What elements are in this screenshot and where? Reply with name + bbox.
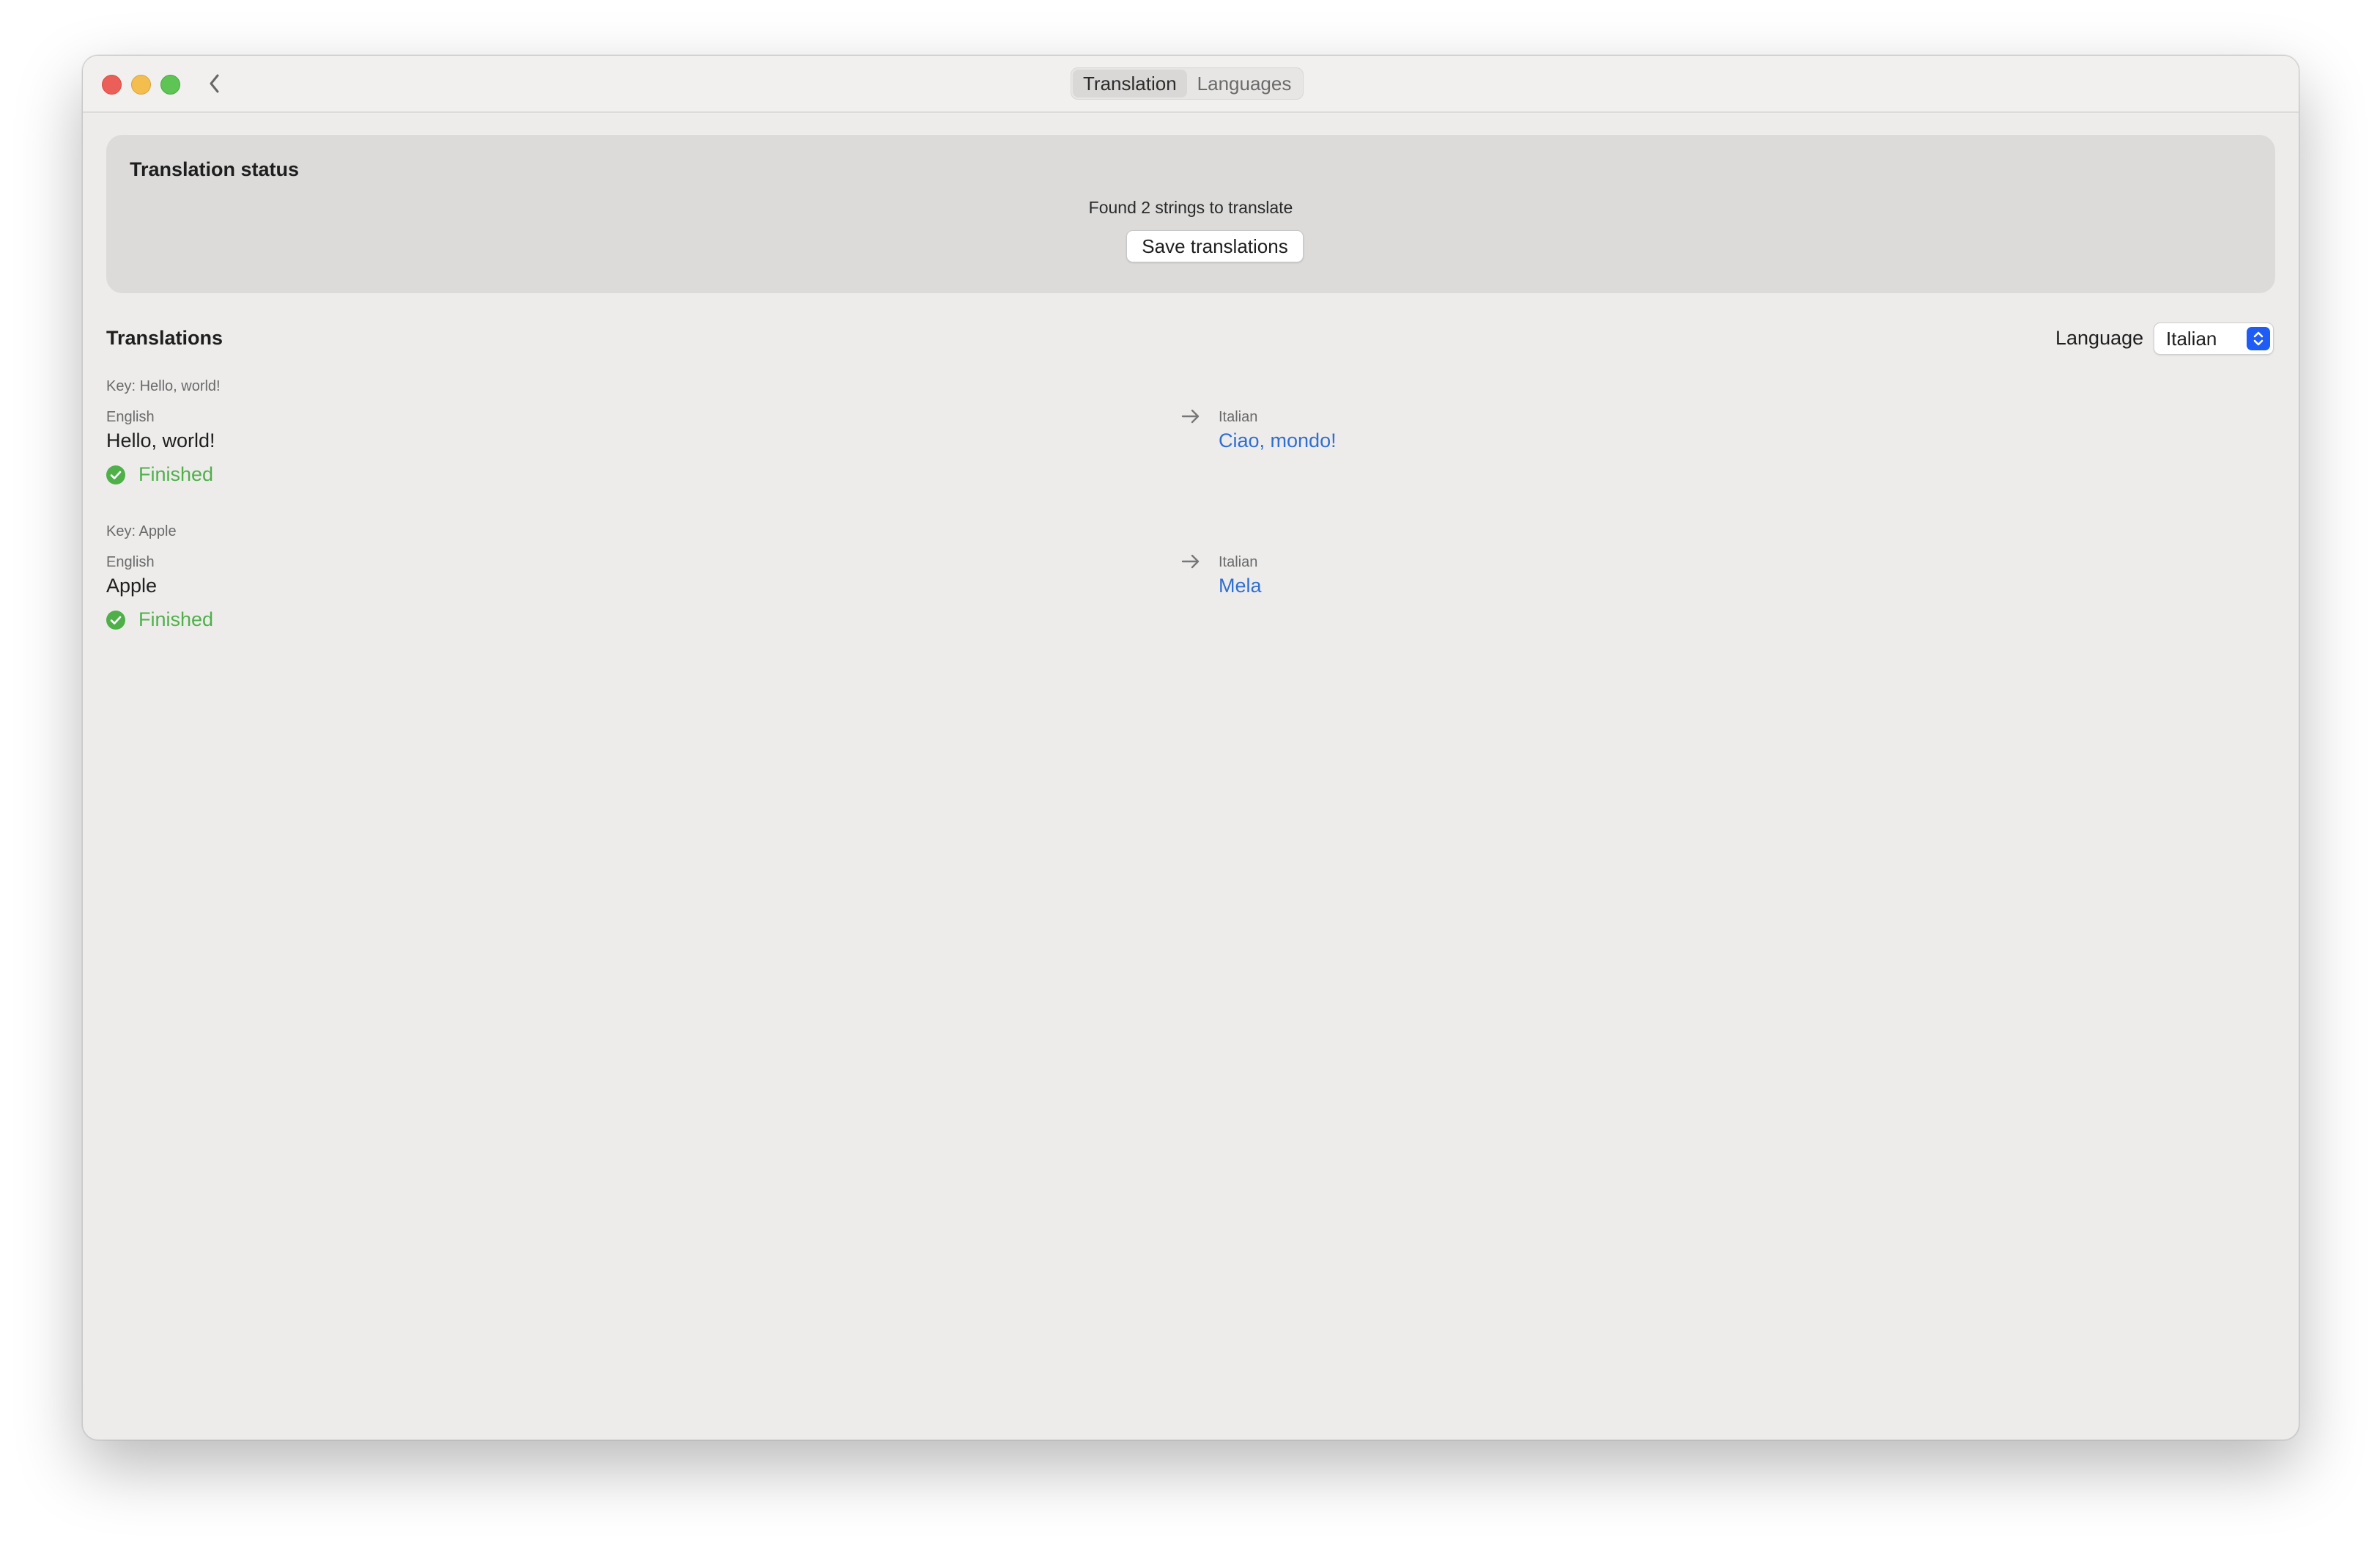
app-window: Translation Languages Translation status… [82, 55, 2299, 1440]
string-key: Key: Apple [106, 523, 177, 539]
string-key: Key: Hello, world! [106, 378, 221, 394]
close-window-button[interactable] [102, 75, 122, 95]
translation-status-panel: Translation status Found 2 strings to tr… [106, 135, 2275, 293]
source-language-label: English [106, 554, 155, 570]
arrow-right-icon [1181, 409, 1200, 424]
translation-status: Finished [106, 463, 213, 486]
translation-status: Finished [106, 608, 213, 631]
status-label: Finished [138, 463, 214, 485]
select-stepper-icon [2247, 327, 2270, 350]
arrow-right-icon [1181, 554, 1200, 569]
target-language-label: Italian [1219, 554, 1258, 570]
source-text: Apple [106, 575, 158, 597]
source-text: Hello, world! [106, 430, 215, 452]
checkmark-circle-icon [106, 465, 125, 484]
language-label: Language [2055, 327, 2144, 349]
translations-heading: Translations [106, 327, 223, 349]
status-message: Found 2 strings to translate [1088, 198, 1293, 217]
tab-languages[interactable]: Languages [1187, 70, 1302, 97]
checkmark-circle-icon [106, 610, 125, 630]
translation-row: Key: Apple English Apple Italian Mela Fi… [106, 523, 2275, 670]
translation-row: Key: Hello, world! English Hello, world!… [106, 378, 2275, 525]
title-bar: Translation Languages [83, 56, 2299, 113]
chevron-left-icon [210, 74, 219, 93]
minimize-window-button[interactable] [131, 75, 151, 95]
translated-text[interactable]: Ciao, mondo! [1219, 430, 1337, 452]
language-select[interactable]: Italian [2154, 322, 2274, 355]
target-language-label: Italian [1219, 409, 1258, 425]
source-language-label: English [106, 409, 155, 425]
zoom-window-button[interactable] [160, 75, 180, 95]
status-label: Finished [138, 608, 214, 630]
tab-translation[interactable]: Translation [1073, 70, 1187, 97]
view-switcher: Translation Languages [1071, 67, 1304, 100]
back-button[interactable] [200, 69, 229, 98]
save-translations-button[interactable]: Save translations [1126, 230, 1304, 262]
status-panel-title: Translation status [130, 158, 300, 180]
language-select-value: Italian [2166, 328, 2217, 350]
translated-text[interactable]: Mela [1219, 575, 1262, 597]
